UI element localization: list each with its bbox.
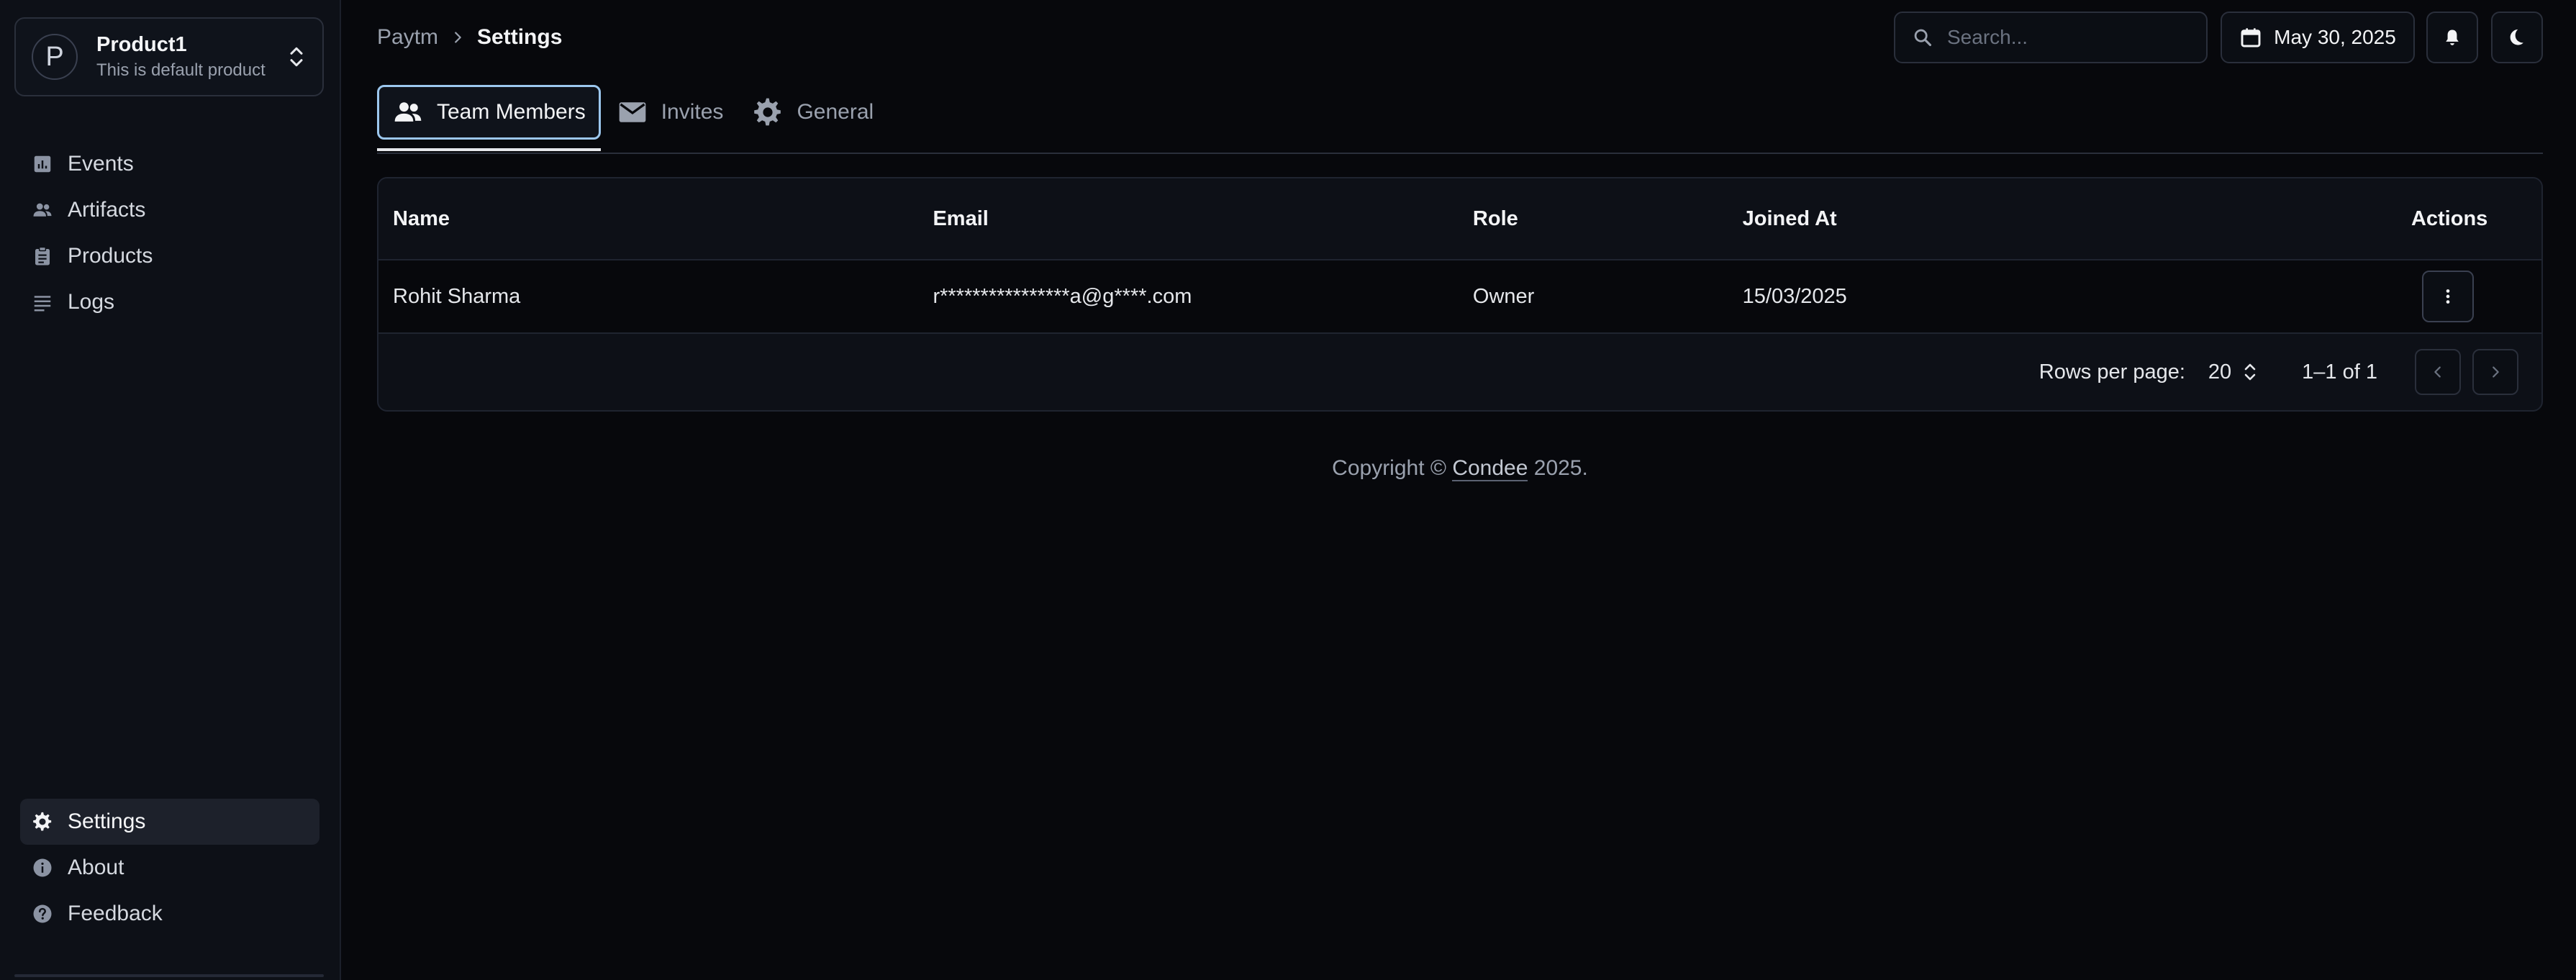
mail-icon	[619, 102, 646, 122]
copyright-suffix: 2025.	[1528, 456, 1588, 480]
sidebar-divider	[14, 974, 324, 977]
chevron-updown-icon	[2244, 363, 2256, 381]
sidebar-item-feedback[interactable]: Feedback	[20, 891, 319, 937]
sidebar-item-artifacts[interactable]: Artifacts	[20, 187, 319, 233]
sidebar-item-products[interactable]: Products	[20, 233, 319, 279]
rows-per-page-label: Rows per page:	[2038, 360, 2185, 384]
lines-icon	[34, 296, 51, 312]
sidebar-item-label: Events	[68, 152, 134, 176]
column-header-role: Role	[1472, 207, 1518, 230]
search-icon	[1914, 29, 1932, 47]
sidebar-nav-main: Events Artifacts Products Logs	[20, 141, 319, 325]
tab-invites[interactable]: Invites	[604, 85, 737, 140]
tab-general[interactable]: General	[739, 85, 886, 140]
date-label: May 30, 2025	[2274, 26, 2396, 48]
product-name: Product1	[96, 33, 187, 56]
gear-icon	[33, 812, 52, 831]
member-name: Rohit Sharma	[393, 284, 521, 308]
breadcrumb-parent-link[interactable]: Paytm	[377, 25, 438, 50]
people-icon	[394, 102, 422, 122]
clipboard-icon	[35, 246, 50, 266]
column-header-actions: Actions	[2411, 207, 2488, 230]
member-role: Owner	[1472, 284, 1535, 308]
chevron-right-icon	[2493, 366, 2499, 378]
member-actions-cell	[2153, 271, 2541, 322]
chart-icon	[34, 155, 51, 173]
table-header: Name Email Role Joined At Actions	[378, 178, 2541, 260]
breadcrumb-current: Settings	[477, 25, 563, 49]
gear-icon	[754, 98, 781, 126]
product-description: This is default product	[96, 60, 266, 80]
moon-icon	[2510, 29, 2523, 45]
chevron-left-icon	[2434, 366, 2441, 378]
column-header-name: Name	[393, 207, 450, 230]
tab-label: Team Members	[437, 100, 586, 124]
notifications-button[interactable]	[2426, 12, 2478, 63]
chevron-updown-icon	[290, 47, 303, 67]
sidebar-nav-secondary: Settings About Feedback	[20, 799, 319, 937]
sidebar-item-label: About	[68, 856, 124, 879]
sidebar-item-logs[interactable]: Logs	[20, 279, 319, 325]
tab-label: Invites	[661, 100, 724, 124]
brand-link[interactable]: Condee	[1452, 456, 1528, 481]
row-actions-button[interactable]	[2422, 271, 2475, 322]
sidebar-item-label: Settings	[68, 809, 146, 833]
breadcrumb: Paytm Settings	[377, 22, 562, 53]
people-icon	[33, 203, 52, 217]
product-text: Product1 This is default product	[96, 31, 286, 83]
member-joined-at: 15/03/2025	[1742, 284, 1847, 308]
sidebar-item-settings[interactable]: Settings	[20, 799, 319, 845]
product-switcher[interactable]: P Product1 This is default product	[14, 17, 324, 96]
sidebar-item-about[interactable]: About	[20, 845, 319, 891]
sidebar-item-events[interactable]: Events	[20, 141, 319, 187]
table-row: Rohit Sharma r****************a@g****.co…	[378, 260, 2541, 334]
sidebar: P Product1 This is default product Event…	[0, 0, 341, 980]
pagination-range: 1–1 of 1	[2302, 360, 2377, 384]
bell-icon	[2446, 30, 2459, 45]
team-members-table: Name Email Role Joined At Actions Rohit …	[377, 177, 2543, 412]
rows-per-page-select[interactable]: 20	[2208, 359, 2259, 385]
sidebar-item-label: Products	[68, 244, 153, 268]
sidebar-item-label: Feedback	[68, 902, 163, 925]
rows-per-page-value: 20	[2208, 360, 2232, 384]
settings-tabs: Team Members Invites General	[377, 85, 2543, 154]
chevron-right-icon	[455, 32, 461, 43]
column-header-joined-at: Joined At	[1742, 207, 1837, 230]
help-icon	[33, 904, 52, 923]
more-vertical-icon	[2446, 289, 2450, 304]
info-icon	[33, 858, 52, 877]
member-email: r****************a@g****.com	[933, 284, 1192, 308]
sidebar-item-label: Logs	[68, 290, 115, 314]
copyright-footer: Copyright © Condee 2025.	[377, 456, 2543, 481]
calendar-icon	[2241, 28, 2261, 47]
product-avatar: P	[32, 34, 78, 80]
table-pagination: Rows per page: 20 1–1 of 1	[378, 334, 2541, 410]
next-page-button[interactable]	[2472, 349, 2518, 395]
column-header-email: Email	[933, 207, 989, 230]
search-box[interactable]	[1894, 12, 2208, 63]
theme-toggle-button[interactable]	[2491, 12, 2543, 63]
date-picker-button[interactable]: May 30, 2025	[2221, 12, 2415, 63]
copyright-prefix: Copyright ©	[1332, 456, 1453, 480]
sidebar-item-label: Artifacts	[68, 198, 146, 222]
tab-team-members[interactable]: Team Members	[377, 85, 601, 151]
tab-label: General	[797, 100, 874, 124]
search-input[interactable]	[1947, 26, 2189, 49]
previous-page-button[interactable]	[2415, 349, 2461, 395]
